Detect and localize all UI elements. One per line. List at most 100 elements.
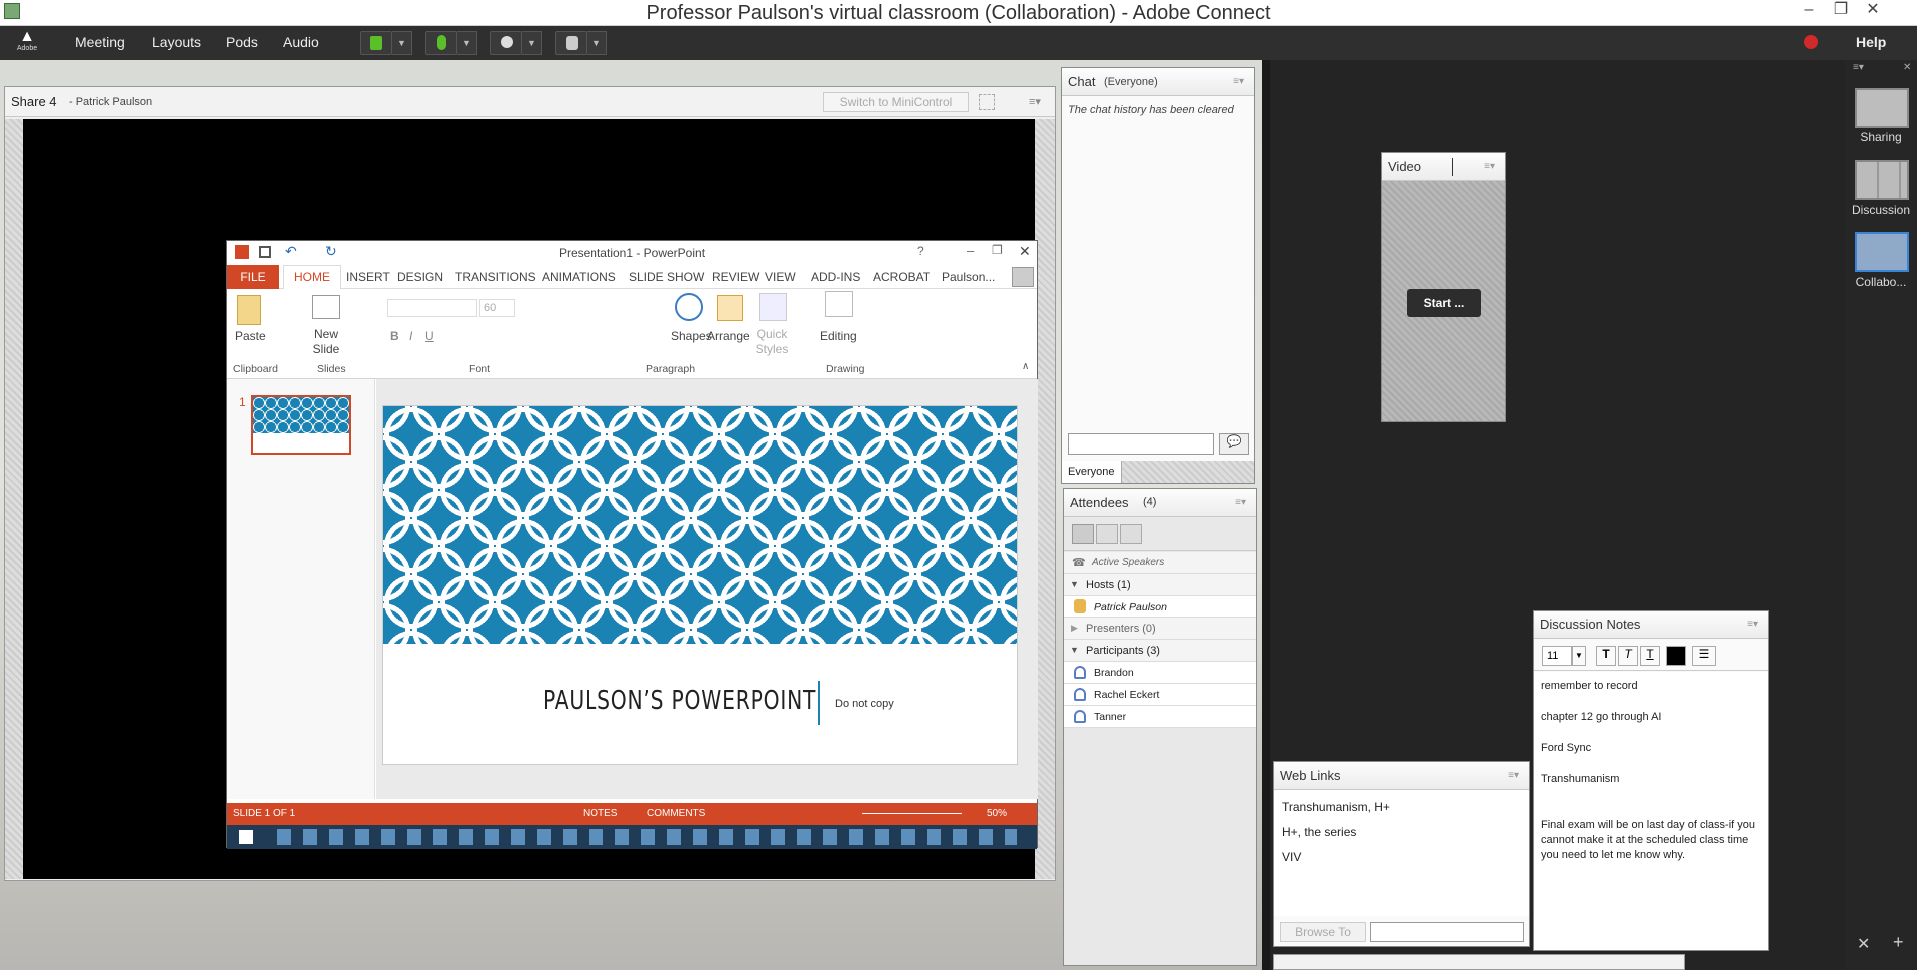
layout-collaboration-thumbnail[interactable] (1855, 232, 1909, 272)
paste-icon[interactable] (237, 295, 261, 325)
microphone-dropdown[interactable]: ▼ (457, 31, 477, 55)
ppt-close-icon[interactable]: ✕ (1019, 243, 1031, 260)
slide-canvas[interactable]: PAULSON’S POWERPOINT Do not copy (382, 405, 1018, 765)
fullscreen-icon[interactable] (979, 94, 995, 110)
tab-animations[interactable]: ANIMATIONS (542, 270, 616, 284)
comments-button[interactable]: COMMENTS (647, 808, 705, 819)
status-dropdown[interactable]: ▼ (587, 31, 607, 55)
layout-discussion-label[interactable]: Discussion (1845, 203, 1917, 217)
slide-subtitle[interactable]: Do not copy (835, 698, 894, 710)
text-color-icon[interactable] (1666, 646, 1686, 666)
hosts-group[interactable]: ▼ Hosts (1) (1064, 574, 1256, 596)
new-slide-icon[interactable] (312, 295, 340, 319)
send-message-icon[interactable]: 💬 (1219, 433, 1249, 455)
bold-icon[interactable]: B (390, 329, 399, 343)
underline-icon[interactable]: T (1640, 646, 1660, 666)
bullet-list-icon[interactable]: ☰ (1692, 646, 1716, 666)
ppt-minimize-icon[interactable]: – (967, 243, 974, 258)
layouts-close-icon[interactable]: ✕ (1903, 62, 1911, 73)
tab-acrobat[interactable]: ACROBAT (873, 270, 930, 284)
webcam-dropdown[interactable]: ▼ (522, 31, 542, 55)
breakout-view-icon[interactable] (1120, 524, 1142, 544)
stage-scrollbar[interactable] (1273, 954, 1685, 970)
webcam-icon[interactable] (490, 31, 522, 55)
tab-add-ins[interactable]: ADD-INS (811, 270, 860, 284)
menu-meeting[interactable]: Meeting (75, 34, 125, 50)
notes-font-size[interactable]: 11 (1542, 646, 1572, 666)
start-webcam-button[interactable]: Start ... (1407, 289, 1481, 317)
zoom-slider[interactable] (862, 813, 962, 814)
tab-design[interactable]: DESIGN (397, 270, 443, 284)
speaker-dropdown[interactable]: ▼ (392, 31, 412, 55)
layout-collaboration-label[interactable]: Collabo... (1845, 275, 1917, 289)
new-slide-button[interactable]: New Slide (309, 327, 343, 357)
shapes-icon[interactable] (675, 293, 703, 321)
delete-layout-icon[interactable]: ✕ (1857, 934, 1870, 954)
italic-icon[interactable]: T (1618, 646, 1638, 666)
font-size-field[interactable]: 60 (479, 299, 515, 317)
editing-button[interactable]: Editing (820, 329, 857, 343)
add-layout-icon[interactable]: + (1893, 932, 1904, 953)
italic-icon[interactable]: I (409, 329, 412, 343)
status-view-icon[interactable] (1096, 524, 1118, 544)
list-view-icon[interactable] (1072, 524, 1094, 544)
restore-icon[interactable]: ❐ (1826, 0, 1856, 22)
menu-audio[interactable]: Audio (283, 34, 319, 50)
slide-title[interactable]: PAULSON’S POWERPOINT (543, 686, 816, 716)
speaker-icon[interactable] (360, 31, 392, 55)
attendees-options-icon[interactable]: ≡▾ (1235, 497, 1246, 508)
notes-body[interactable]: remember to record chapter 12 go through… (1534, 672, 1768, 950)
chat-input[interactable] (1068, 433, 1214, 455)
web-link-item[interactable]: VIV (1282, 850, 1301, 864)
quick-styles-icon[interactable] (759, 293, 787, 321)
browse-url-input[interactable] (1370, 922, 1524, 942)
tab-home[interactable]: HOME (283, 265, 341, 289)
attendee-row[interactable]: Brandon (1064, 662, 1256, 684)
tab-transitions[interactable]: TRANSITIONS (455, 270, 536, 284)
web-links-options-icon[interactable]: ≡▾ (1508, 770, 1519, 781)
menu-pods[interactable]: Pods (226, 34, 258, 50)
ppt-user-name[interactable]: Paulson... (942, 270, 995, 284)
chat-options-icon[interactable]: ≡▾ (1233, 76, 1244, 87)
font-size-dropdown-icon[interactable]: ▼ (1572, 646, 1586, 666)
presenters-group[interactable]: ▶ Presenters (0) (1064, 618, 1256, 640)
arrange-icon[interactable] (717, 295, 743, 321)
menu-layouts[interactable]: Layouts (152, 34, 201, 50)
notes-options-icon[interactable]: ≡▾ (1747, 619, 1758, 630)
layout-sharing-thumbnail[interactable] (1855, 88, 1909, 128)
web-link-item[interactable]: Transhumanism, H+ (1282, 800, 1390, 814)
font-name-field[interactable] (387, 299, 477, 317)
tab-review[interactable]: REVIEW (712, 270, 759, 284)
ppt-restore-icon[interactable]: ❐ (992, 243, 1003, 257)
video-options-icon[interactable]: ≡▾ (1484, 161, 1495, 172)
close-icon[interactable]: ✕ (1858, 0, 1888, 22)
menu-help[interactable]: Help (1856, 34, 1886, 50)
bold-icon[interactable]: T (1596, 646, 1616, 666)
ppt-help-icon[interactable]: ? (917, 244, 924, 258)
minimize-icon[interactable]: – (1794, 0, 1824, 22)
arrange-button[interactable]: Arrange (707, 329, 750, 343)
layout-discussion-thumbnail[interactable] (1855, 160, 1909, 200)
slide-thumbnail[interactable] (251, 395, 351, 455)
paste-button[interactable]: Paste (235, 329, 266, 343)
collapse-ribbon-icon[interactable]: ∧ (1022, 361, 1029, 372)
start-icon[interactable] (239, 830, 253, 844)
layouts-options-icon[interactable]: ≡▾ (1853, 62, 1864, 73)
tab-file[interactable]: FILE (227, 265, 279, 289)
binoculars-icon[interactable] (825, 291, 853, 317)
microphone-icon[interactable] (425, 31, 457, 55)
shapes-button[interactable]: Shapes (671, 329, 712, 343)
attendee-row[interactable]: Tanner (1064, 706, 1256, 728)
browse-to-button[interactable]: Browse To (1280, 922, 1366, 942)
attendee-row[interactable]: Patrick Paulson (1064, 596, 1256, 618)
attendee-row[interactable]: Rachel Eckert (1064, 684, 1256, 706)
tab-insert[interactable]: INSERT (346, 270, 390, 284)
participants-group[interactable]: ▼ Participants (3) (1064, 640, 1256, 662)
web-link-item[interactable]: H+, the series (1282, 825, 1356, 839)
notes-button[interactable]: NOTES (583, 808, 617, 819)
quick-styles-button[interactable]: Quick Styles (752, 327, 792, 357)
raise-hand-icon[interactable] (555, 31, 587, 55)
mini-control-button[interactable]: Switch to MiniControl (823, 92, 969, 112)
ppt-user-avatar[interactable] (1012, 267, 1034, 287)
chat-tab-everyone[interactable]: Everyone (1062, 461, 1122, 483)
